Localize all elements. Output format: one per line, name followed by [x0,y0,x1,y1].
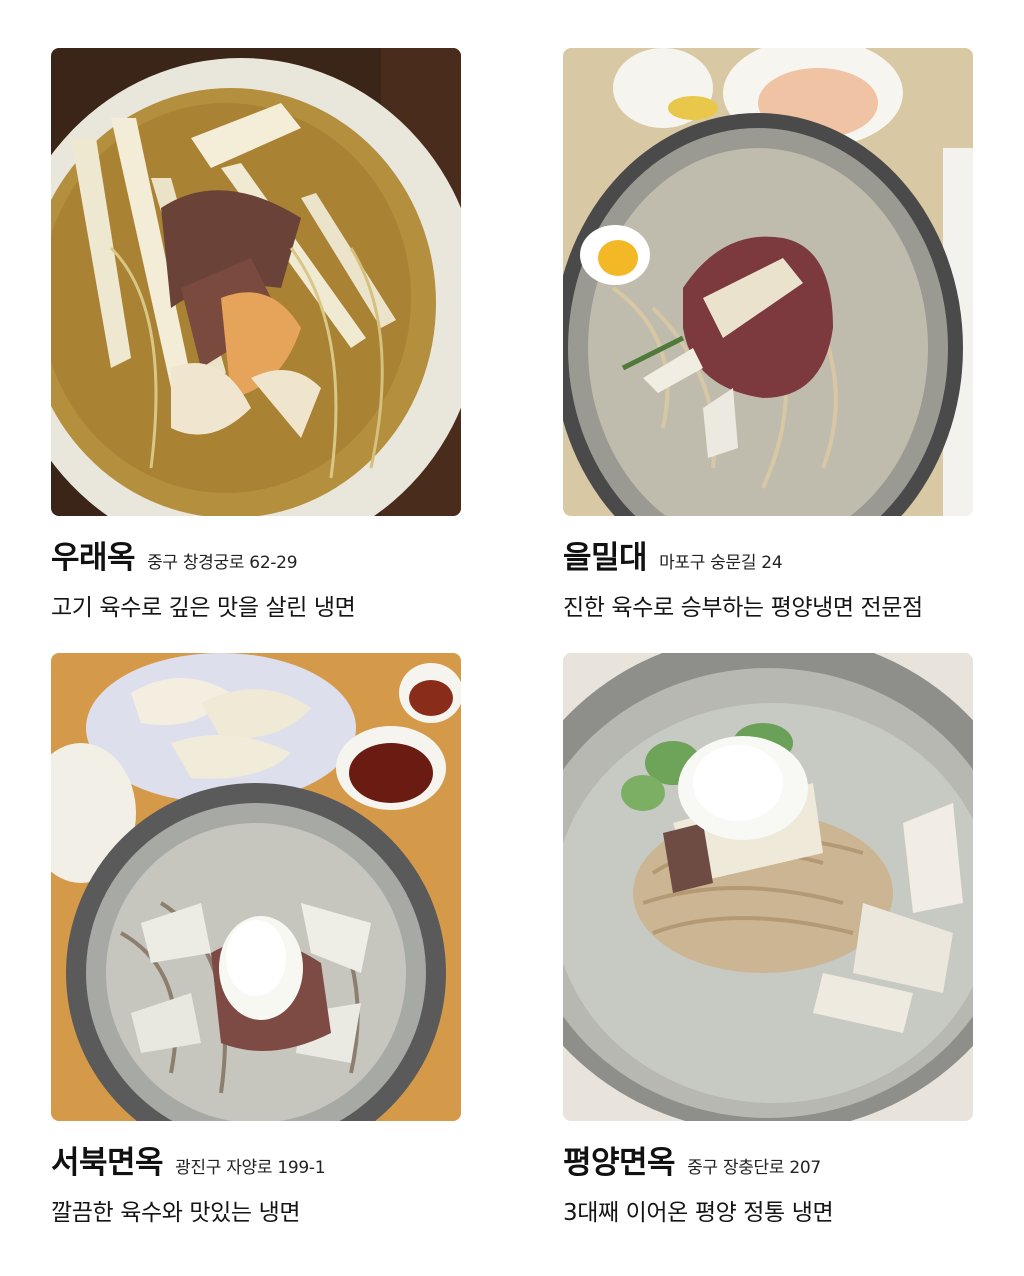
naengmyeon-photo-woraeok [51,48,461,516]
restaurant-description: 진한 육수로 승부하는 평양냉면 전문점 [563,595,923,621]
naengmyeon-photo-eulmildae [563,48,973,516]
restaurant-address: 마포구 숭문길 24 [659,553,783,573]
restaurant-address: 광진구 자양로 199-1 [175,1158,326,1178]
restaurant-description: 3대째 이어온 평양 정통 냉면 [563,1200,834,1226]
restaurant-address: 중구 창경궁로 62-29 [147,553,298,573]
restaurant-name: 서북면옥 [51,1145,164,1181]
naengmyeon-photo-seobukmyeonok [51,653,461,1121]
restaurant-name: 우래옥 [51,540,136,576]
restaurant-description: 깔끔한 육수와 맛있는 냉면 [51,1200,301,1226]
restaurant-description: 고기 육수로 깊은 맛을 살린 냉면 [51,595,356,621]
restaurant-address: 중구 장충단로 207 [687,1158,821,1178]
restaurant-name: 을밀대 [563,540,648,576]
restaurant-name: 평양면옥 [563,1145,676,1181]
naengmyeon-photo-pyeongyangmyeonok [563,653,973,1121]
